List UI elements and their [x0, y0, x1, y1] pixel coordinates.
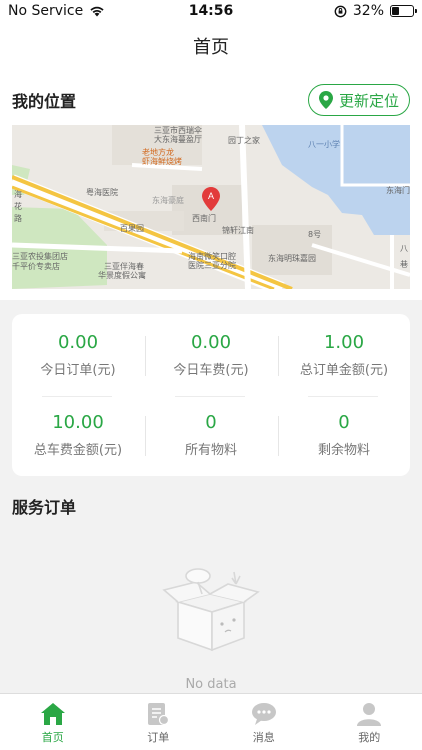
stat-all-materials: 0 所有物料: [145, 412, 277, 458]
stat-value: 0: [338, 412, 350, 433]
map-label: 花: [14, 202, 22, 211]
map-label: 路: [14, 214, 22, 223]
map-label: 8号: [308, 230, 322, 239]
divider: [42, 396, 112, 397]
tab-orders[interactable]: 订单: [106, 694, 212, 750]
location-title: 我的位置: [12, 92, 77, 111]
stat-total-order: 1.00 总订单金额(元): [278, 332, 410, 378]
tab-bar: 首页 订单 消息 我的: [0, 693, 422, 750]
map-label: 东海门: [386, 186, 410, 195]
map-label: 园丁之家: [228, 136, 260, 145]
divider: [278, 416, 279, 456]
tab-messages[interactable]: 消息: [211, 694, 317, 750]
map-label: 粤海医院: [86, 188, 118, 197]
map-label: 东海明珠嘉园: [268, 254, 316, 263]
divider: [145, 336, 146, 376]
battery-percent: 32%: [352, 3, 384, 19]
stat-label: 所有物料: [184, 443, 237, 458]
stat-label: 总订单金额(元): [299, 363, 389, 378]
location-section: 我的位置 更新定位 三亚市西瑞伞 大东海蔓盈厅 老地方龙 虾海鲜烧烤 园丁之家 …: [0, 72, 422, 300]
location-pin-icon: [318, 91, 333, 109]
tab-profile-label: 我的: [358, 731, 381, 744]
update-location-label: 更新定位: [338, 91, 399, 110]
map-label: 千平价专卖店: [12, 262, 60, 271]
map-label: 锦轩江南: [222, 226, 254, 235]
map-label: 华景度假公寓: [98, 271, 146, 280]
stat-label: 总车费金额(元): [33, 443, 123, 458]
divider: [308, 396, 378, 397]
divider: [175, 396, 245, 397]
map-label: 医院三亚分院: [188, 261, 236, 270]
map-label: 西南门: [192, 214, 216, 223]
service-orders-title: 服务订单: [12, 498, 77, 517]
map-label: 百果园: [120, 224, 144, 233]
home-icon: [40, 702, 66, 726]
tab-home-label: 首页: [41, 731, 64, 744]
stat-today-order: 0.00 今日订单(元): [12, 332, 144, 378]
page-title: 首页: [193, 37, 229, 58]
order-icon: [145, 702, 171, 726]
stat-label: 今日车费(元): [173, 363, 249, 378]
map-marker-icon: A: [202, 187, 220, 211]
stats-card: 0.00 今日订单(元) 0.00 今日车费(元) 1.00 总订单金额(元) …: [12, 314, 410, 476]
divider: [278, 336, 279, 376]
divider: [145, 416, 146, 456]
stat-total-fare: 10.00 总车费金额(元): [12, 412, 144, 458]
message-icon: [251, 702, 277, 726]
map-label: 八一小学: [308, 140, 340, 149]
svg-text:A: A: [208, 191, 214, 201]
profile-icon: [356, 702, 382, 726]
tab-profile[interactable]: 我的: [317, 694, 422, 750]
map-view[interactable]: 三亚市西瑞伞 大东海蔓盈厅 老地方龙 虾海鲜烧烤 园丁之家 八一小学 东海门 粤…: [12, 125, 410, 289]
map-label: 八: [400, 244, 408, 253]
stat-remaining-materials: 0 剩余物料: [278, 412, 410, 458]
tab-orders-label: 订单: [147, 731, 170, 744]
orientation-lock-icon: [334, 5, 347, 17]
stat-label: 剩余物料: [317, 443, 370, 458]
empty-box-icon: [162, 568, 260, 652]
update-location-button[interactable]: 更新定位: [307, 84, 410, 116]
status-right: 32%: [334, 3, 417, 19]
stat-value: 1.00: [323, 332, 365, 353]
tab-home[interactable]: 首页: [0, 694, 106, 750]
stat-value: 10.00: [52, 412, 104, 433]
stat-value: 0.00: [57, 332, 99, 353]
map-label: 东海豪庭: [152, 196, 184, 205]
map-label: 虾海鲜烧烤: [142, 157, 182, 166]
map-label: 大东海蔓盈厅: [154, 135, 202, 144]
battery-icon: [390, 5, 417, 17]
tab-messages-label: 消息: [252, 731, 275, 744]
stat-label: 今日订单(元): [40, 363, 116, 378]
stat-today-fare: 0.00 今日车费(元): [145, 332, 277, 378]
nav-bar: 首页: [0, 24, 422, 72]
stat-value: 0: [205, 412, 217, 433]
status-bar: No Service 14:56 32%: [0, 0, 422, 24]
map-label: 巷: [400, 260, 408, 269]
map-label: 海: [14, 190, 22, 199]
stat-value: 0.00: [190, 332, 232, 353]
empty-state-text: No data: [185, 677, 237, 692]
